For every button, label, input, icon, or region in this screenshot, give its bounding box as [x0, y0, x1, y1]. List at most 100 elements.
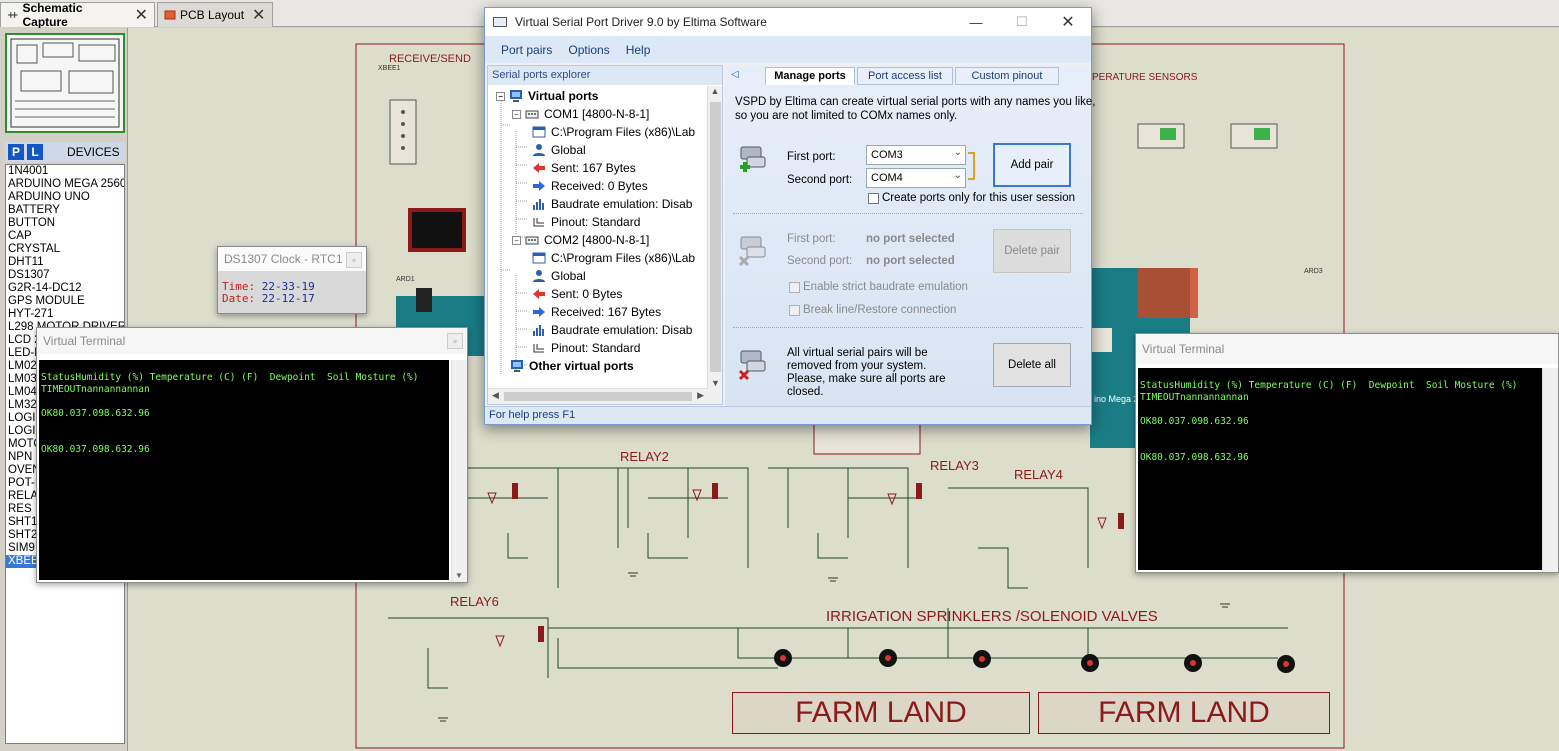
pick-devices-button[interactable]: P [8, 144, 24, 160]
tree-com2-sent[interactable]: Sent: 0 Bytes [532, 285, 622, 303]
explorer-hscrollbar[interactable]: ◀ ▶ [488, 388, 708, 404]
tree-com2-baudrate[interactable]: Baudrate emulation: Disab [532, 321, 692, 339]
tab-manage-ports[interactable]: Manage ports [765, 67, 855, 85]
scroll-left-icon: ◀ [492, 390, 499, 400]
tree-com1-pinout[interactable]: Pinout: Standard [532, 213, 640, 231]
menu-options[interactable]: Options [568, 43, 609, 57]
irrigation-label: IRRIGATION SPRINKLERS /SOLENOID VALVES [826, 608, 1158, 625]
first-port-label-2: First port: [787, 233, 836, 245]
ds1307-clock-window[interactable]: DS1307 Clock - RTC1 ▫ Time: 22-33-19 Dat… [217, 246, 367, 314]
terminal-scrollbar[interactable] [1542, 368, 1558, 572]
tree-com2-path[interactable]: C:\Program Files (x86)\Lab [532, 249, 695, 267]
tree-com2-received[interactable]: Received: 167 Bytes [532, 303, 661, 321]
device-list-item[interactable]: 1N4001 [6, 165, 124, 178]
device-list-item[interactable]: BUTTON [6, 217, 124, 230]
device-list-item[interactable]: BATTERY [6, 204, 124, 217]
second-port-select[interactable]: COM4 ⌄ [866, 168, 966, 188]
device-list-item[interactable]: CRYSTAL [6, 243, 124, 256]
strict-baudrate-checkbox[interactable] [789, 282, 800, 293]
session-only-checkbox[interactable] [868, 193, 879, 204]
computer-icon [511, 360, 523, 372]
tab-custom-pinout[interactable]: Custom pinout [955, 67, 1059, 85]
window-menu-icon[interactable]: ▫ [346, 252, 362, 268]
devices-header: P L DEVICES [5, 142, 125, 162]
terminal-output[interactable]: StatusHumidity (%) Temperature (C) (F) D… [1138, 368, 1542, 570]
terminal-output[interactable]: StatusHumidity (%) Temperature (C) (F) D… [39, 360, 449, 580]
explorer-vscrollbar[interactable]: ▲ ▼ [707, 86, 722, 404]
delete-all-button[interactable]: Delete all [993, 343, 1071, 387]
delete-pair-button[interactable]: Delete pair [993, 229, 1071, 273]
tree-com1-path[interactable]: C:\Program Files (x86)\Lab [532, 123, 695, 141]
device-list-item[interactable]: DHT11 [6, 256, 124, 269]
relay4-label: RELAY4 [1014, 467, 1063, 482]
device-list-item[interactable]: CAP [6, 230, 124, 243]
session-only-label: Create ports only for this user session [882, 192, 1076, 204]
tree-com2[interactable]: − COM2 [4800-N-8-1] [512, 231, 649, 249]
scroll-down-icon[interactable]: ▼ [455, 571, 463, 580]
terminal-title-bar[interactable]: Virtual Terminal ▫ [37, 328, 467, 354]
tree-com1-received[interactable]: Received: 0 Bytes [532, 177, 648, 195]
first-port-label: First port: [787, 151, 836, 163]
arrow-left-icon [533, 163, 545, 173]
schematic-overview[interactable] [5, 33, 125, 133]
device-list-item[interactable]: GPS MODULE [6, 295, 124, 308]
tree-com1-global[interactable]: Global [532, 141, 586, 159]
clock-title-bar[interactable]: DS1307 Clock - RTC1 ▫ [218, 247, 366, 271]
close-icon[interactable]: ✕ [1045, 8, 1091, 36]
tree-com1-baudrate[interactable]: Baudrate emulation: Disab [532, 195, 692, 213]
menu-port-pairs[interactable]: Port pairs [501, 43, 552, 57]
close-icon[interactable]: ✕ [252, 5, 265, 25]
tree-virtual-ports[interactable]: − Virtual ports [496, 87, 598, 105]
tab-port-access-list[interactable]: Port access list [857, 67, 953, 85]
scroll-up-icon: ▲ [710, 86, 720, 96]
arrow-right-icon [533, 307, 545, 317]
collapse-pane-icon[interactable]: ◁ [731, 69, 739, 80]
schematic-icon [7, 12, 18, 18]
delete-all-connector-icon [738, 350, 766, 381]
tree-com1[interactable]: − COM1 [4800-N-8-1] [512, 105, 649, 123]
minimize-icon[interactable]: — [953, 8, 999, 36]
devices-title: DEVICES [67, 145, 120, 159]
user-icon [533, 144, 545, 156]
tree-com2-pinout[interactable]: Pinout: Standard [532, 339, 640, 357]
delete-all-text: All virtual serial pairs will be removed… [787, 347, 946, 398]
tab-pcb-layout[interactable]: PCB Layout ✕ [157, 2, 273, 27]
farm-land-box-2: FARM LAND [1038, 692, 1330, 734]
chevron-down-icon: ⌄ [953, 170, 962, 181]
break-line-checkbox[interactable] [789, 305, 800, 316]
device-list-item[interactable]: DS1307 [6, 269, 124, 282]
tree-com1-sent[interactable]: Sent: 167 Bytes [532, 159, 636, 177]
device-list-item[interactable]: HYT-271 [6, 308, 124, 321]
overview-thumbnail [10, 38, 120, 128]
serial-port-app-icon [493, 17, 507, 27]
add-pair-button[interactable]: Add pair [993, 143, 1071, 187]
window-icon [532, 252, 546, 264]
relay2-label: RELAY2 [620, 449, 669, 464]
tab-schematic-capture[interactable]: Schematic Capture ✕ [0, 1, 155, 29]
device-list-item[interactable]: ARDUINO MEGA 2560 [6, 178, 124, 191]
vspd-title-bar[interactable]: Virtual Serial Port Driver 9.0 by Eltima… [485, 8, 1091, 36]
first-port-select[interactable]: COM3 ⌄ [866, 145, 966, 165]
maximize-icon[interactable]: ☐ [999, 8, 1045, 36]
device-list-item[interactable]: G2R-14-DC12 [6, 282, 124, 295]
library-button[interactable]: L [27, 144, 43, 160]
serial-port-icon [525, 236, 539, 245]
farm-land-box-1: FARM LAND [732, 692, 1030, 734]
tree-com2-global[interactable]: Global [532, 267, 586, 285]
menu-help[interactable]: Help [626, 43, 651, 57]
arrow-right-icon [533, 181, 545, 191]
virtual-terminal-left[interactable]: Virtual Terminal ▫ StatusHumidity (%) Te… [36, 327, 468, 583]
bar-chart-icon [533, 325, 544, 336]
close-icon[interactable]: ✕ [135, 5, 148, 25]
vspd-window[interactable]: Virtual Serial Port Driver 9.0 by Eltima… [484, 7, 1095, 425]
terminal-scrollbar[interactable]: ▼ [451, 360, 467, 582]
temperature-sensors-label: PERATURE SENSORS [1092, 72, 1198, 83]
device-list-item[interactable]: ARDUINO UNO [6, 191, 124, 204]
manage-ports-pane: ◁ Manage ports Port access list Custom p… [725, 65, 1095, 407]
window-menu-icon[interactable]: ▫ [447, 333, 463, 349]
second-port-none: no port selected [866, 255, 955, 267]
break-line-label: Break line/Restore connection [803, 304, 957, 316]
virtual-terminal-right[interactable]: Virtual Terminal StatusHumidity (%) Temp… [1135, 333, 1559, 573]
tree-other-virtual-ports[interactable]: Other virtual ports [510, 357, 634, 375]
terminal-title-bar[interactable]: Virtual Terminal [1136, 334, 1558, 364]
